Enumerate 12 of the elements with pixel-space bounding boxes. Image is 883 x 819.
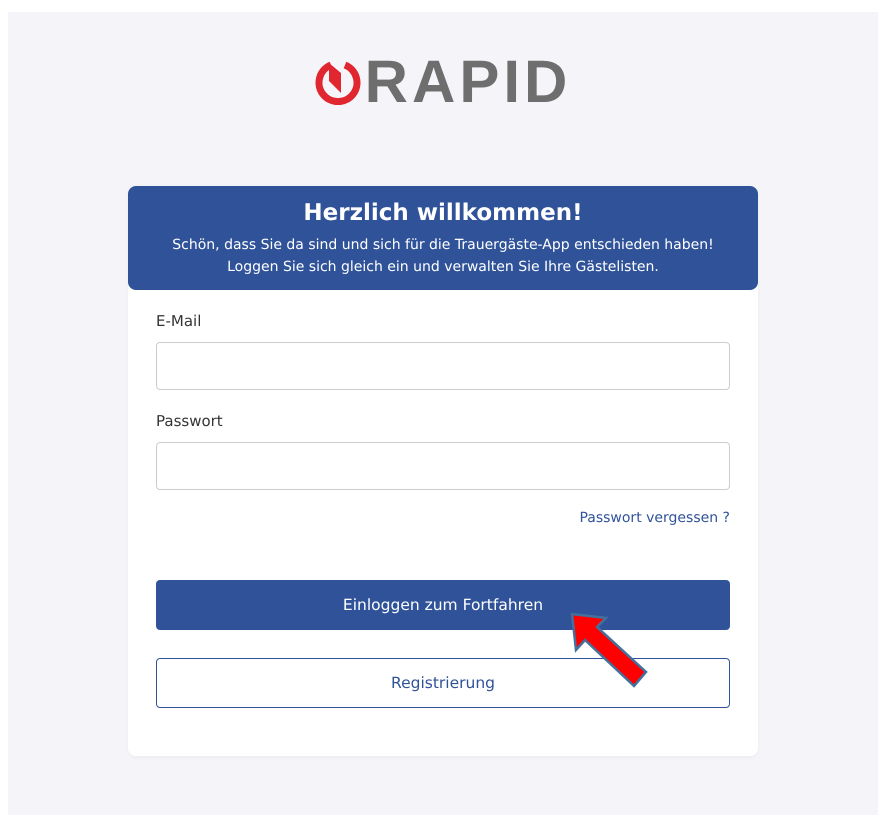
forgot-password-link[interactable]: Passwort vergessen ?: [579, 510, 730, 526]
input-field[interactable]: [156, 442, 730, 490]
welcome-title: Herzlich willkommen!: [302, 200, 584, 226]
field-label: E-Mail: [156, 312, 202, 330]
logo-text: RAPID: [364, 52, 572, 112]
welcome-text: Schön, dass Sie da sind und sich für die Trauergäste-App entschieden haben! Loggen Sie sich gleich ein und verwalten Sie Ihre Gästelisten.: [171, 236, 715, 277]
login-button[interactable]: Einloggen zum Fortfahren: [156, 580, 730, 630]
input-field[interactable]: [156, 342, 730, 390]
register-button[interactable]: Registrierung: [156, 658, 730, 708]
arrow-icon: [570, 612, 650, 690]
field-label: Passwort: [156, 412, 224, 430]
power-icon: [314, 59, 361, 105]
